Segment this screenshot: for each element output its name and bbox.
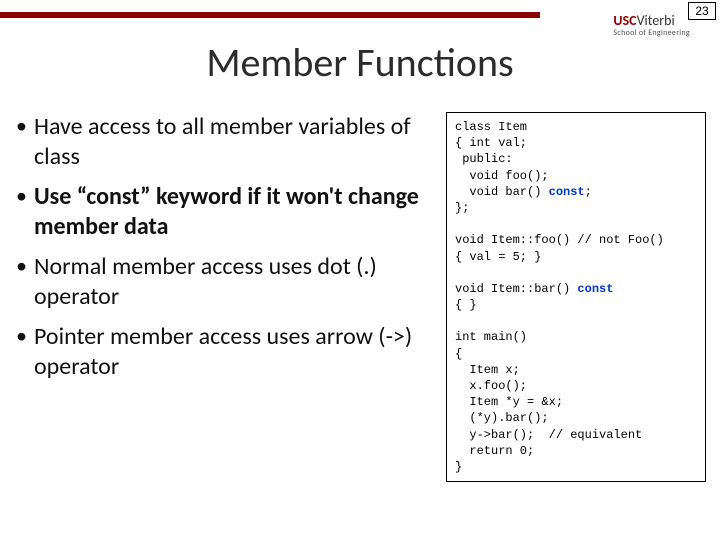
code-line: class Item [455, 120, 527, 134]
code-line: }; [455, 201, 469, 215]
code-keyword-const: const [549, 185, 585, 199]
bullet-item: Use “const” keyword if it won't change m… [16, 182, 440, 242]
bullet-text: Use “const” keyword if it won't change m… [34, 182, 419, 241]
code-line: { int val; [455, 136, 527, 150]
code-line: return 0; [455, 444, 534, 458]
bullet-list: Have access to all member variables of c… [16, 112, 446, 526]
code-part: void Item::foo() [455, 233, 577, 247]
code-line: void foo(); [455, 169, 549, 183]
logo-subline: School of Engineering [613, 29, 690, 37]
code-line: } [455, 460, 462, 474]
bullet-item: Have access to all member variables of c… [16, 112, 440, 172]
code-line: Item x; [455, 363, 520, 377]
code-part: void Item::bar() [455, 282, 577, 296]
code-line: x.foo(); [455, 379, 527, 393]
bullet-item: Pointer member access uses arrow (->) op… [16, 322, 440, 382]
bullet-text: Normal member access uses dot (.) operat… [34, 252, 377, 311]
header-accent-bar [0, 12, 540, 18]
code-line: int main() [455, 330, 527, 344]
logo-usc: USC [613, 12, 636, 29]
code-keyword-const: const [577, 282, 613, 296]
logo-block: USCViterbi School of Engineering [613, 14, 690, 37]
code-line: { } [455, 298, 477, 312]
code-line: public: [455, 152, 513, 166]
code-part: ; [585, 185, 592, 199]
bullet-text: Pointer member access uses arrow (->) op… [34, 322, 412, 381]
page-number: 23 [688, 2, 716, 20]
logo-viterbi: Viterbi [637, 12, 675, 29]
code-line: (*y).bar(); [455, 411, 549, 425]
slide-title: Member Functions [0, 38, 720, 87]
code-part: void bar() [455, 185, 549, 199]
code-column: class Item { int val; public: void foo()… [446, 112, 706, 526]
code-box: class Item { int val; public: void foo()… [446, 112, 706, 482]
content-area: Have access to all member variables of c… [16, 112, 706, 526]
code-line: y->bar(); // equivalent [455, 428, 642, 442]
code-comment: // not Foo() [577, 233, 663, 247]
bullet-text: Have access to all member variables of c… [34, 112, 411, 171]
code-line: { val = 5; } [455, 250, 541, 264]
code-line: { [455, 347, 462, 361]
code-line: Item *y = &x; [455, 395, 563, 409]
bullet-item: Normal member access uses dot (.) operat… [16, 252, 440, 312]
